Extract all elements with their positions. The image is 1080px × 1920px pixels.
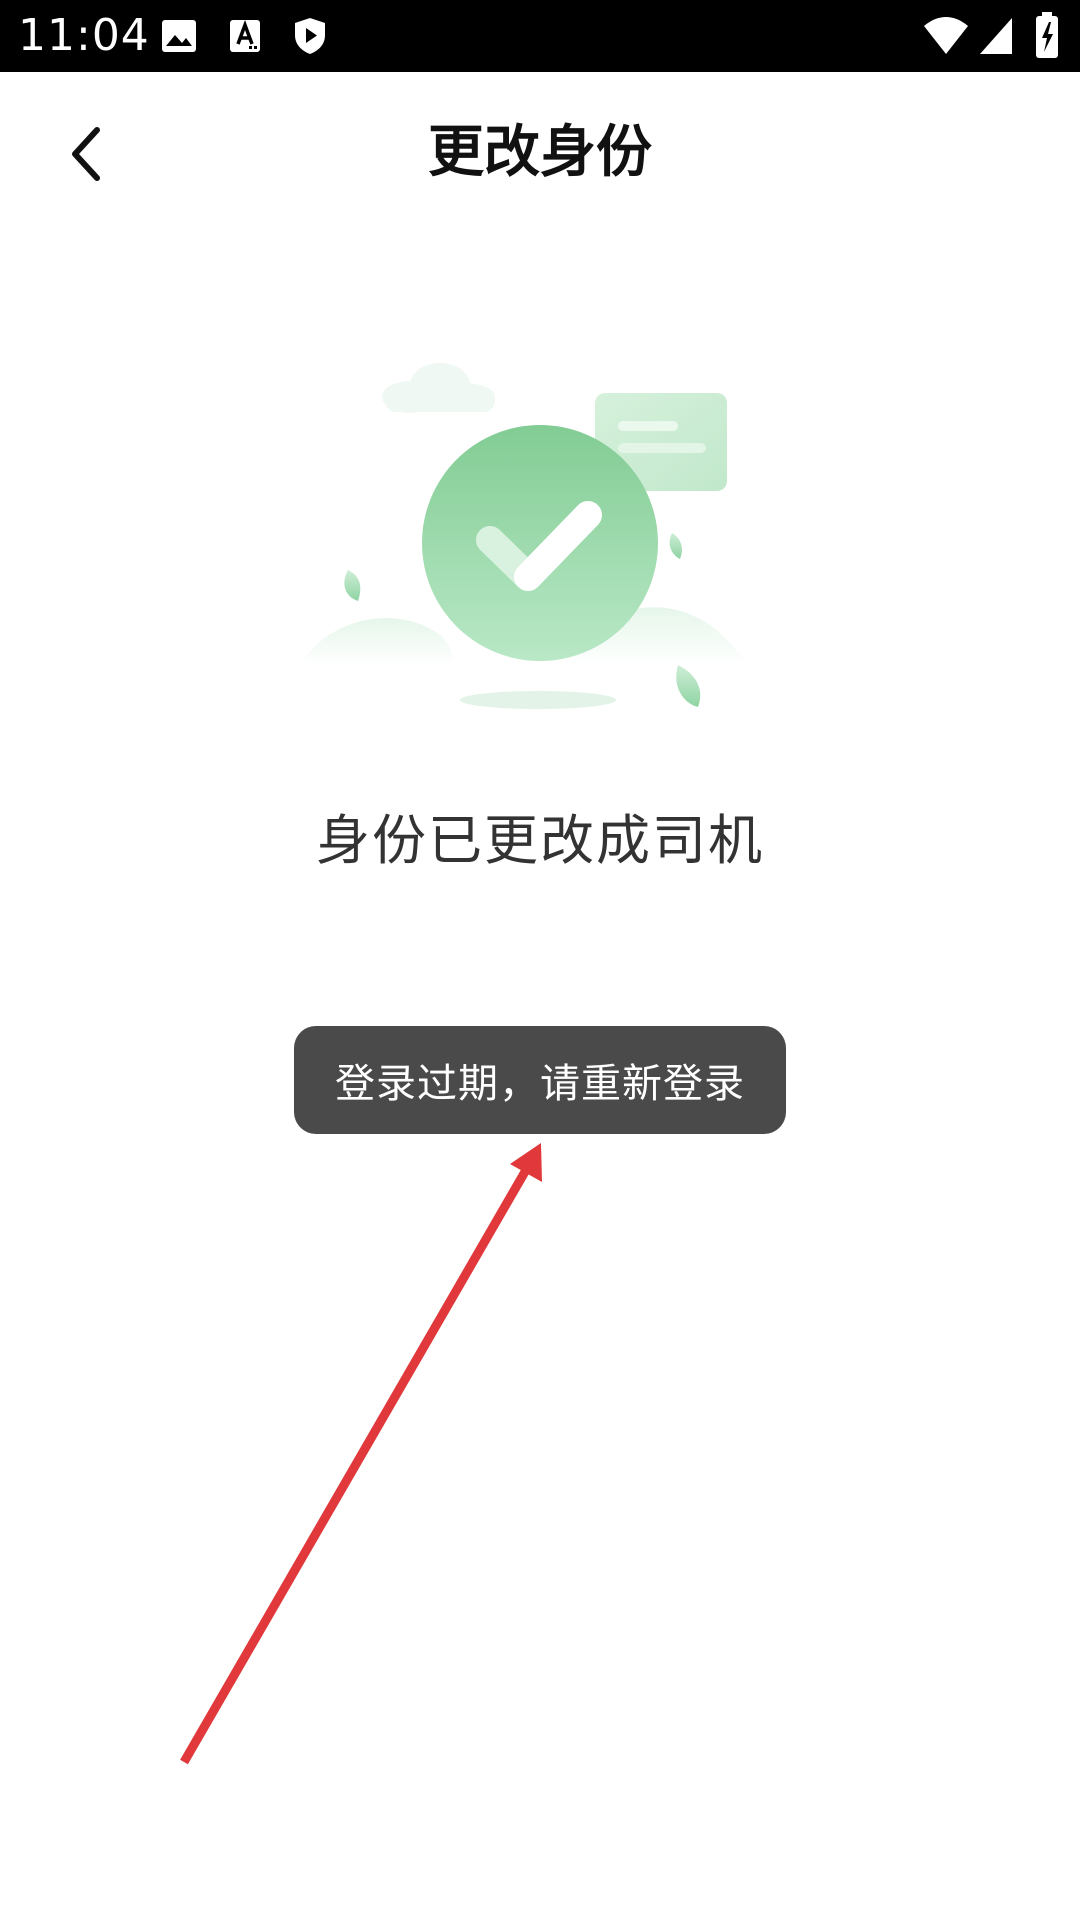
cellular-signal-icon: [980, 18, 1012, 54]
red-arrow-icon: [180, 1143, 542, 1765]
status-time: 11:04: [18, 10, 150, 61]
status-message: 身份已更改成司机: [316, 809, 764, 872]
toast-message: 登录过期，请重新登录: [294, 1026, 786, 1134]
screen: 11:04 更改身份 身份已更改成司机 登录过期，请重新登录: [0, 0, 1080, 1920]
a-text-icon: [230, 19, 260, 52]
battery-charging-icon: [1036, 12, 1058, 58]
wifi-icon: [924, 17, 968, 54]
page-title: 更改身份: [428, 120, 652, 185]
image-icon: [162, 20, 196, 52]
shield-play-icon: [295, 18, 325, 54]
success-check-illustration: [300, 363, 750, 709]
toast-text: 登录过期，请重新登录: [335, 1061, 745, 1107]
cloud-icon: [382, 363, 495, 413]
nav-bar: 更改身份: [0, 72, 1080, 240]
status-bar: 11:04: [0, 0, 1080, 72]
